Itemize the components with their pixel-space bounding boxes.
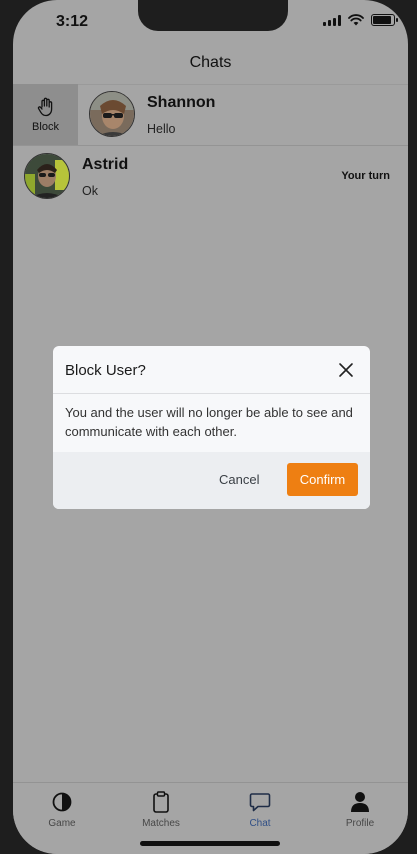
status-time: 3:12 — [56, 13, 89, 30]
tab-matches[interactable]: Matches — [126, 791, 196, 829]
profile-icon — [351, 792, 369, 812]
tab-label: Matches — [142, 818, 180, 829]
tab-bar: Game Matches Chat Profile — [13, 782, 408, 854]
wifi-icon — [348, 14, 364, 26]
tab-chat[interactable]: Chat — [225, 791, 295, 829]
tab-profile[interactable]: Profile — [325, 791, 395, 829]
chat-row-astrid[interactable]: Astrid Ok Your turn — [13, 146, 408, 208]
dialog-header: Block User? — [53, 346, 370, 394]
home-indicator — [140, 841, 280, 846]
chat-last-message: Ok — [82, 184, 98, 198]
chat-row-shannon[interactable]: Block Shannon Hello — [13, 84, 408, 146]
dialog-message: You and the user will no longer be able … — [65, 405, 353, 439]
tab-game[interactable]: Game — [27, 791, 97, 829]
block-label: Block — [32, 120, 59, 133]
battery-icon — [371, 14, 398, 26]
chat-last-message: Hello — [147, 122, 176, 136]
battery-level — [373, 16, 391, 24]
chat-icon — [249, 793, 271, 812]
page-title: Chats — [189, 54, 232, 71]
phone-screen: 3:12 Chats Block Shannon Hello Astrid Ok… — [13, 0, 408, 854]
block-user-dialog: Block User? You and the user will no lon… — [53, 346, 370, 509]
turn-status: Your turn — [341, 170, 390, 182]
avatar-astrid — [24, 153, 70, 199]
status-icons — [323, 14, 398, 26]
confirm-button[interactable]: Confirm — [287, 463, 358, 496]
game-icon — [52, 792, 72, 812]
tab-label: Game — [48, 818, 76, 829]
close-icon[interactable] — [338, 362, 354, 378]
tab-label: Chat — [249, 818, 271, 829]
tab-label: Profile — [345, 818, 375, 829]
notch — [138, 0, 288, 31]
matches-icon — [153, 791, 169, 813]
chat-name: Astrid — [82, 156, 129, 173]
dialog-title: Block User? — [65, 362, 146, 379]
hand-icon — [37, 97, 52, 116]
chat-name: Shannon — [147, 94, 216, 111]
block-action-button[interactable]: Block — [13, 84, 78, 145]
dialog-footer: Cancel Confirm — [53, 452, 370, 509]
signal-icon — [323, 14, 341, 26]
cancel-button[interactable]: Cancel — [219, 472, 259, 487]
avatar-shannon — [89, 91, 135, 137]
